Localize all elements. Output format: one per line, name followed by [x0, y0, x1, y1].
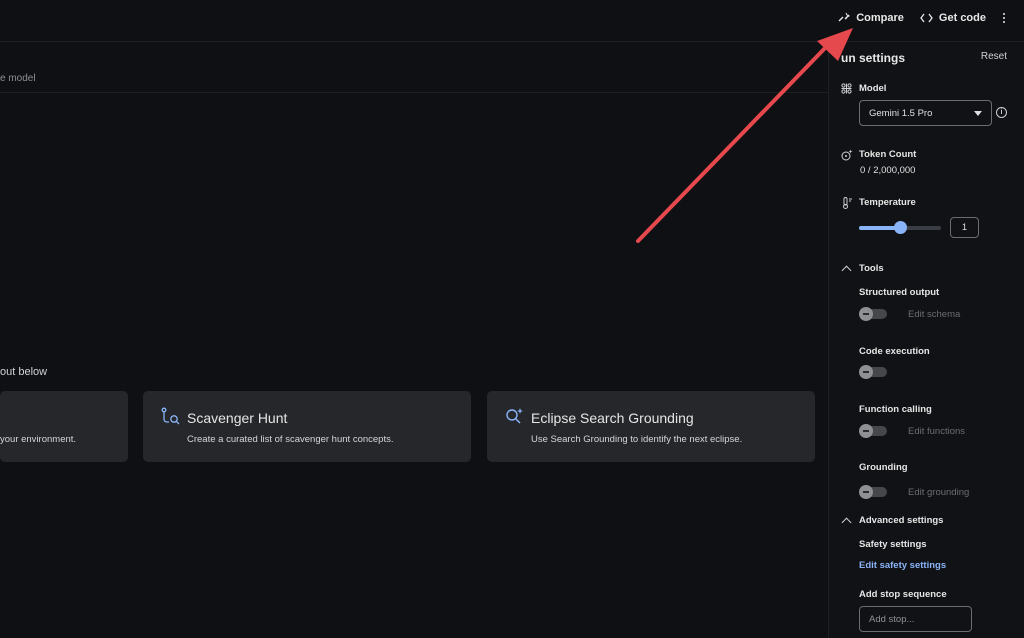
dropdown-caret-icon: [974, 111, 982, 116]
code-icon: [920, 13, 933, 23]
tools-section-title[interactable]: Tools: [859, 263, 884, 274]
structured-output-toggle[interactable]: [859, 307, 887, 321]
toggle-knob: [859, 485, 873, 499]
more-vert-icon: [1003, 13, 1005, 23]
model-label: Model: [859, 83, 887, 94]
grounding-toggle[interactable]: [859, 485, 887, 499]
system-instructions-hint: e model: [0, 73, 36, 84]
stop-sequence-input[interactable]: Add stop...: [859, 606, 972, 632]
top-bar: Compare Get code: [0, 0, 1024, 42]
prompt-card-title: Scavenger Hunt: [187, 410, 288, 426]
token-count-value: 0 / 2,000,000: [860, 165, 916, 176]
system-instructions-bar[interactable]: e model: [0, 42, 828, 93]
get-code-label: Get code: [938, 12, 986, 24]
edit-functions-link[interactable]: Edit functions: [908, 426, 965, 437]
compare-icon: [838, 12, 851, 22]
toggle-knob: [859, 365, 873, 379]
temperature-slider[interactable]: [859, 221, 941, 234]
run-settings-title: un settings: [841, 51, 906, 65]
info-icon[interactable]: i: [996, 107, 1007, 118]
structured-output-label: Structured output: [859, 287, 940, 298]
prompt-card-title: Eclipse Search Grounding: [531, 410, 694, 426]
prompt-gallery-hint: out below: [0, 366, 48, 378]
reset-button[interactable]: Reset: [981, 51, 1007, 62]
token-count-label: Token Count: [859, 149, 917, 160]
prompt-card-desc: your environment.: [0, 434, 77, 445]
edit-safety-settings-link[interactable]: Edit safety settings: [859, 560, 946, 571]
toggle-knob: [859, 307, 873, 321]
collapse-chevron-icon[interactable]: [841, 265, 852, 276]
run-settings-panel: un settings Reset Model Gemini 1.5 Pro i…: [828, 42, 1024, 638]
route-search-icon: [161, 407, 180, 425]
prompt-card-desc: Use Search Grounding to identify the nex…: [531, 434, 743, 445]
function-calling-toggle[interactable]: [859, 424, 887, 438]
edit-schema-link[interactable]: Edit schema: [908, 309, 960, 320]
temperature-label: Temperature: [859, 197, 916, 208]
more-options-button[interactable]: [1002, 12, 1006, 24]
function-calling-label: Function calling: [859, 404, 932, 415]
prompt-card-desc: Create a curated list of scavenger hunt …: [187, 434, 394, 445]
prompt-card-scavenger-hunt[interactable]: Scavenger Hunt Create a curated list of …: [143, 391, 471, 462]
collapse-chevron-icon[interactable]: [841, 517, 852, 528]
thermometer-icon: [843, 197, 852, 209]
temperature-slider-handle[interactable]: [894, 221, 907, 234]
code-execution-toggle[interactable]: [859, 365, 887, 379]
edit-grounding-link[interactable]: Edit grounding: [908, 487, 969, 498]
toggle-knob: [859, 424, 873, 438]
model-select-value: Gemini 1.5 Pro: [869, 108, 933, 119]
model-select[interactable]: Gemini 1.5 Pro: [859, 100, 992, 126]
code-execution-label: Code execution: [859, 346, 930, 357]
compare-label: Compare: [856, 12, 904, 24]
advanced-settings-title[interactable]: Advanced settings: [859, 515, 943, 526]
model-icon: [841, 83, 852, 94]
compare-button[interactable]: Compare: [838, 12, 904, 24]
get-code-button[interactable]: Get code: [920, 12, 986, 24]
grounding-label: Grounding: [859, 462, 908, 473]
top-actions: Compare Get code: [838, 12, 1006, 24]
prompt-card-environment[interactable]: your environment.: [0, 391, 128, 462]
token-count-icon: [841, 149, 853, 161]
prompt-card-eclipse-search[interactable]: Eclipse Search Grounding Use Search Grou…: [487, 391, 815, 462]
search-spark-icon: [506, 408, 523, 424]
stop-sequence-label: Add stop sequence: [859, 589, 947, 600]
safety-settings-label: Safety settings: [859, 539, 927, 550]
temperature-input[interactable]: 1: [950, 217, 979, 238]
